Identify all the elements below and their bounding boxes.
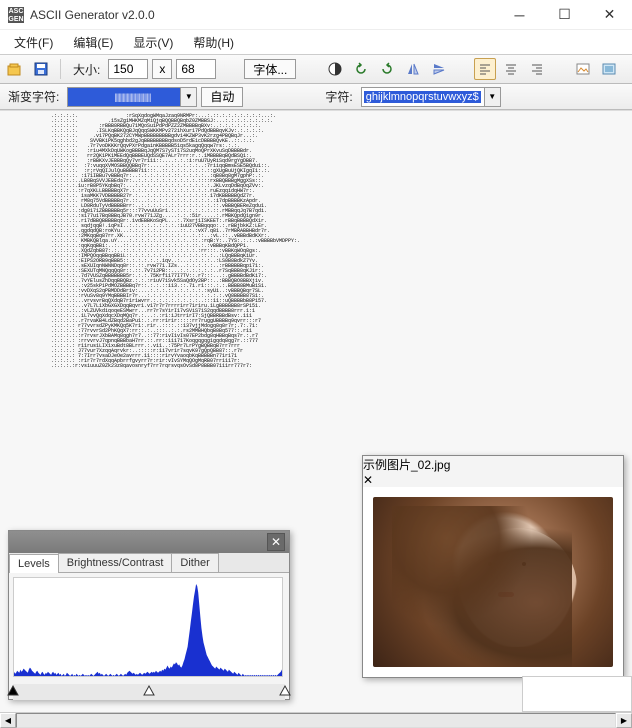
slider-handle[interactable]: [279, 684, 291, 699]
ascii-output: .:.:.:.:. :rSqXqdogWMqaJzaq9NRMPr:...:.:…: [0, 111, 632, 382]
chars-combo[interactable]: ghijklmnopqrstuvwxyz$ ▼: [361, 87, 501, 107]
scroll-left-icon[interactable]: ◀: [0, 713, 16, 728]
menu-file[interactable]: 文件(F): [4, 31, 63, 54]
gradient-preview: |||||||||||||||||||||||||||: [68, 88, 196, 106]
gradient-label: 渐变字符:: [8, 88, 59, 105]
app-icon: ASC GEN: [8, 7, 24, 23]
invert-button[interactable]: [324, 58, 346, 80]
levels-panel-close[interactable]: ✕: [267, 533, 285, 551]
image-panel-close[interactable]: ✕: [363, 473, 623, 487]
levels-tabs: Levels Brightness/Contrast Dither: [9, 553, 289, 573]
menu-edit[interactable]: 编辑(E): [63, 31, 123, 54]
menubar: 文件(F) 编辑(E) 显示(V) 帮助(H): [0, 30, 632, 54]
align-left-button[interactable]: [474, 58, 496, 80]
levels-panel[interactable]: ✕ Levels Brightness/Contrast Dither: [8, 530, 290, 700]
window-buttons: ─ ☐ ✕: [497, 0, 632, 30]
corner-box: [522, 676, 632, 712]
histogram: [13, 577, 283, 677]
dropdown-icon: ▼: [180, 88, 196, 106]
size-label: 大小:: [73, 61, 100, 78]
window-title: ASCII Generator v2.0.0: [30, 8, 497, 22]
font-button[interactable]: 字体...: [244, 59, 296, 79]
scroll-track[interactable]: [16, 713, 616, 728]
gradient-combo[interactable]: ||||||||||||||||||||||||||| ▼: [67, 87, 197, 107]
scroll-right-icon[interactable]: ▶: [616, 713, 632, 728]
image-body: [363, 487, 623, 677]
levels-sliders[interactable]: [13, 684, 285, 700]
maximize-button[interactable]: ☐: [542, 0, 587, 30]
chars-value: ghijklmnopqrstuvwxyz$: [364, 91, 481, 103]
image-preview-panel[interactable]: 示例图片_02.jpg ✕: [362, 455, 624, 678]
titlebar: ASC GEN ASCII Generator v2.0.0 ─ ☐ ✕: [0, 0, 632, 30]
flip-h-button[interactable]: [402, 58, 424, 80]
source-image: [373, 497, 613, 667]
toolbar-row2: 渐变字符: ||||||||||||||||||||||||||| ▼ 自动 字…: [0, 84, 632, 110]
width-input[interactable]: [108, 59, 148, 79]
dropdown-icon: ▼: [484, 88, 500, 106]
lock-ratio-button[interactable]: x: [152, 59, 172, 79]
save-button[interactable]: [30, 58, 52, 80]
levels-panel-header[interactable]: ✕: [9, 531, 289, 553]
separator: [60, 59, 61, 79]
workspace: .:.:.:.:. :rSqXqdogWMqaJzaq9NRMPr:...:.:…: [0, 110, 632, 728]
align-center-button[interactable]: [500, 58, 522, 80]
menu-help[interactable]: 帮助(H): [183, 31, 244, 54]
toolbar: 大小: x 字体...: [0, 54, 632, 84]
slider-handle[interactable]: [7, 684, 19, 699]
image-panel-header[interactable]: 示例图片_02.jpg ✕: [363, 456, 623, 487]
chars-label: 字符:: [325, 88, 352, 105]
image-panel-filename: 示例图片_02.jpg: [363, 458, 450, 472]
tab-brightness[interactable]: Brightness/Contrast: [58, 553, 173, 572]
auto-button[interactable]: 自动: [201, 87, 243, 107]
menu-display[interactable]: 显示(V): [123, 31, 183, 54]
rotate-cw-button[interactable]: [376, 58, 398, 80]
align-right-button[interactable]: [526, 58, 548, 80]
slider-handle[interactable]: [143, 684, 155, 699]
horizontal-scrollbar[interactable]: ◀ ▶: [0, 712, 632, 728]
open-button[interactable]: [4, 58, 26, 80]
image-panel-button[interactable]: [572, 58, 594, 80]
height-input[interactable]: [176, 59, 216, 79]
tab-dither[interactable]: Dither: [171, 553, 218, 572]
tab-levels[interactable]: Levels: [9, 554, 59, 573]
rotate-ccw-button[interactable]: [350, 58, 372, 80]
levels-panel-button[interactable]: [598, 58, 620, 80]
minimize-button[interactable]: ─: [497, 0, 542, 30]
close-button[interactable]: ✕: [587, 0, 632, 30]
flip-v-button[interactable]: [428, 58, 450, 80]
